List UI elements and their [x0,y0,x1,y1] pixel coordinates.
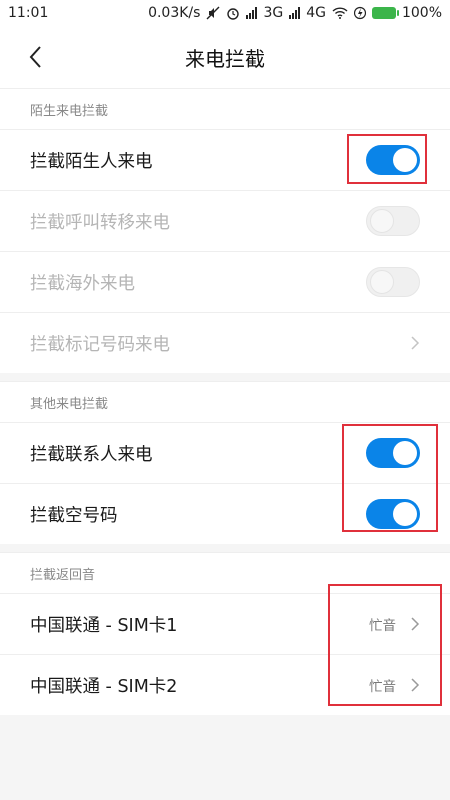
row-block-overseas: 拦截海外来电 [0,251,450,312]
signal-icon [246,7,258,19]
mute-icon [206,6,220,20]
toggle-block-forwarded [366,206,420,236]
section-other-calls: 其他来电拦截 拦截联系人来电 拦截空号码 [0,381,450,544]
row-block-strangers[interactable]: 拦截陌生人来电 [0,129,450,190]
row-label: 拦截空号码 [30,505,118,526]
chevron-right-icon [410,335,420,351]
row-value: 忙音 [369,679,396,695]
toggle-block-empty-number[interactable] [366,499,420,529]
row-label: 拦截联系人来电 [30,444,153,465]
toggle-block-strangers[interactable] [366,145,420,175]
row-label: 拦截呼叫转移来电 [30,212,170,233]
section-header: 其他来电拦截 [0,381,450,422]
row-block-forwarded: 拦截呼叫转移来电 [0,190,450,251]
back-button[interactable] [20,42,50,72]
alarm-icon [226,6,240,20]
row-label: 中国联通 - SIM卡2 [30,676,178,697]
row-sim2-tone[interactable]: 中国联通 - SIM卡2 忙音 [0,654,450,715]
status-time: 11:01 [8,5,49,21]
toggle-block-contacts[interactable] [366,438,420,468]
section-header: 拦截返回音 [0,552,450,593]
row-block-contacts[interactable]: 拦截联系人来电 [0,422,450,483]
charging-icon [353,6,366,20]
status-icons: 0.03K/s 3G 4G 100% [148,5,442,21]
section-return-tone: 拦截返回音 中国联通 - SIM卡1 忙音 中国联通 - SIM卡2 忙音 [0,552,450,715]
page-title: 来电拦截 [185,46,265,71]
battery-level: 100% [401,5,442,21]
network-type-2: 4G [306,5,326,21]
chevron-right-icon [410,677,420,693]
app-header: 来电拦截 [0,26,450,88]
chevron-right-icon [410,616,420,632]
row-label: 拦截标记号码来电 [30,334,170,355]
row-value: 忙音 [369,618,396,634]
signal-icon-2 [289,7,301,19]
row-label: 拦截海外来电 [30,273,135,294]
row-label: 拦截陌生人来电 [30,151,153,172]
battery-icon [371,7,399,19]
row-block-empty-number[interactable]: 拦截空号码 [0,483,450,544]
network-speed: 0.03K/s [148,5,201,21]
section-header: 陌生来电拦截 [0,88,450,129]
row-label: 中国联通 - SIM卡1 [30,615,178,636]
section-stranger-calls: 陌生来电拦截 拦截陌生人来电 拦截呼叫转移来电 拦截海外来电 拦截标记号码来电 [0,88,450,373]
network-type-1: 3G [263,5,284,21]
row-trail: 忙音 [369,614,420,634]
chevron-left-icon [29,46,41,68]
wifi-icon [332,7,348,19]
toggle-block-overseas [366,267,420,297]
status-bar: 11:01 0.03K/s 3G 4G 100% [0,0,450,26]
row-sim1-tone[interactable]: 中国联通 - SIM卡1 忙音 [0,593,450,654]
row-trail: 忙音 [369,675,420,695]
row-block-marked: 拦截标记号码来电 [0,312,450,373]
